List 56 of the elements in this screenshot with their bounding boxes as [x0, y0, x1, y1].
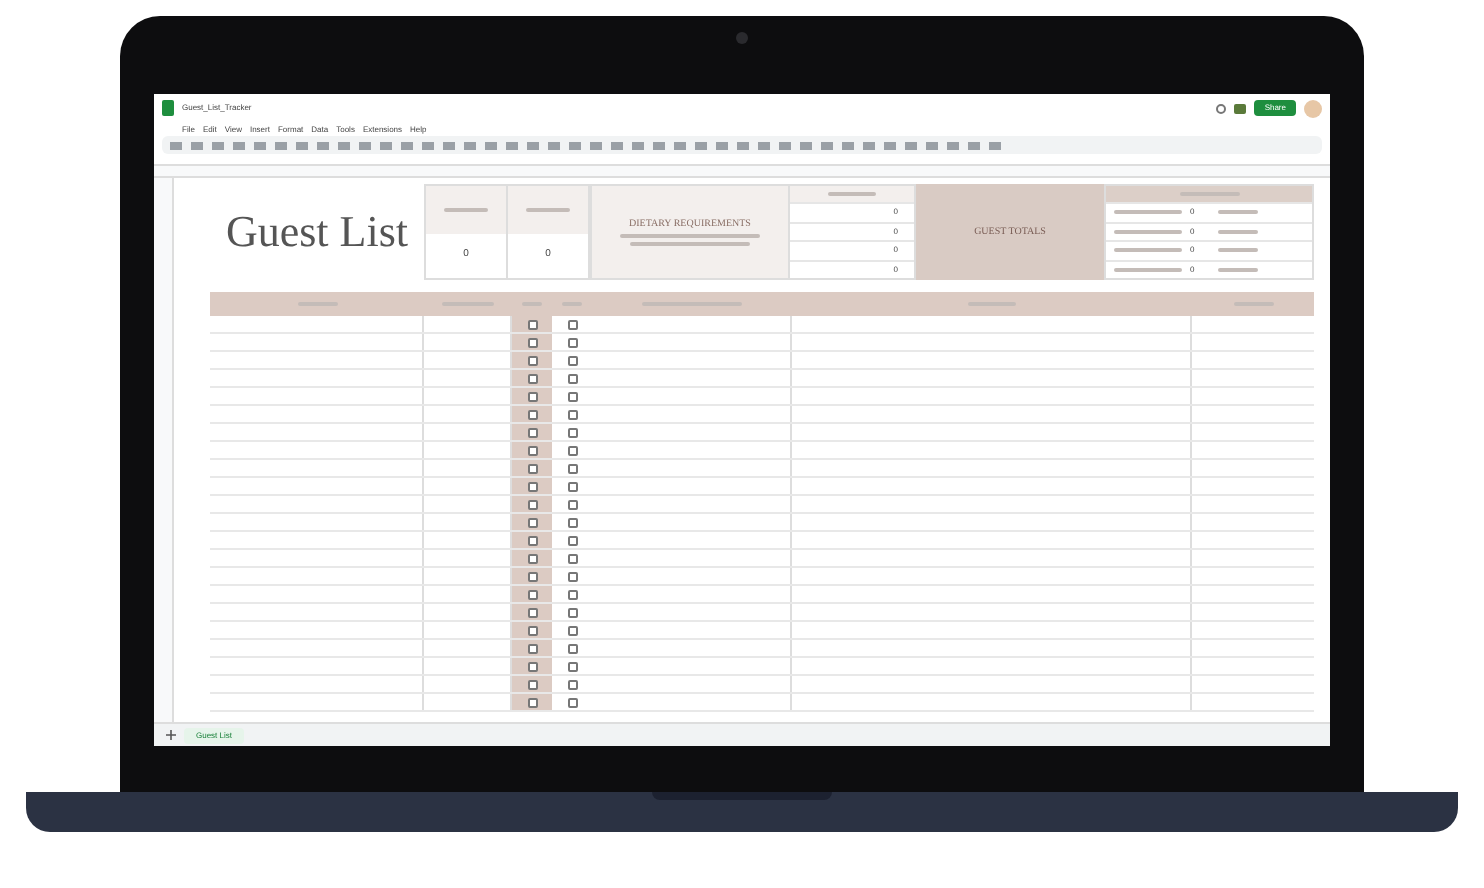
checkbox[interactable]	[527, 373, 537, 383]
checkbox[interactable]	[527, 607, 537, 617]
camera-icon	[736, 32, 748, 44]
checkbox[interactable]	[567, 535, 577, 545]
checkbox[interactable]	[527, 571, 537, 581]
checkbox[interactable]	[527, 463, 537, 473]
checkbox[interactable]	[527, 445, 537, 455]
checkbox[interactable]	[567, 607, 577, 617]
illegible-label	[1114, 267, 1182, 272]
illegible-label	[1218, 248, 1259, 253]
checkbox[interactable]	[567, 517, 577, 527]
illegible-label	[1218, 210, 1259, 215]
checkbox[interactable]	[567, 679, 577, 689]
illegible-label	[1218, 267, 1259, 272]
checkbox[interactable]	[527, 535, 537, 545]
add-sheet-icon[interactable]	[166, 730, 176, 740]
spreadsheet-icon	[162, 100, 174, 116]
checkbox[interactable]	[527, 319, 537, 329]
checkbox[interactable]	[567, 589, 577, 599]
checkbox[interactable]	[567, 697, 577, 707]
checkbox[interactable]	[527, 643, 537, 653]
checkbox[interactable]	[567, 499, 577, 509]
checkbox[interactable]	[527, 661, 537, 671]
checkbox[interactable]	[527, 517, 537, 527]
checkbox[interactable]	[567, 445, 577, 455]
checkbox[interactable]	[527, 697, 537, 707]
sheet-title: Guest List	[225, 210, 409, 254]
checkbox[interactable]	[567, 373, 577, 383]
checkbox[interactable]	[567, 481, 577, 491]
checkbox[interactable]	[567, 319, 577, 329]
checkbox[interactable]	[567, 355, 577, 365]
checkbox[interactable]	[567, 661, 577, 671]
illegible-label	[1114, 210, 1182, 215]
checkbox[interactable]	[567, 625, 577, 635]
checkbox[interactable]	[527, 625, 537, 635]
checkbox[interactable]	[527, 481, 537, 491]
checkbox[interactable]	[567, 571, 577, 581]
checkbox[interactable]	[527, 499, 537, 509]
checkbox[interactable]	[527, 337, 537, 347]
illegible-label	[1114, 248, 1182, 253]
checkbox[interactable]	[527, 355, 537, 365]
checkbox[interactable]	[567, 337, 577, 347]
checkbox[interactable]	[527, 553, 537, 563]
illegible-label	[1218, 229, 1259, 234]
checkbox[interactable]	[567, 553, 577, 563]
checkbox[interactable]	[527, 391, 537, 401]
checkbox[interactable]	[567, 427, 577, 437]
checkbox[interactable]	[527, 679, 537, 689]
checkbox[interactable]	[567, 643, 577, 653]
checkbox[interactable]	[527, 409, 537, 419]
checkbox[interactable]	[567, 409, 577, 419]
checkbox[interactable]	[567, 391, 577, 401]
checkbox[interactable]	[527, 589, 537, 599]
checkbox[interactable]	[567, 463, 577, 473]
illegible-label	[1114, 229, 1182, 234]
checkbox[interactable]	[527, 427, 537, 437]
